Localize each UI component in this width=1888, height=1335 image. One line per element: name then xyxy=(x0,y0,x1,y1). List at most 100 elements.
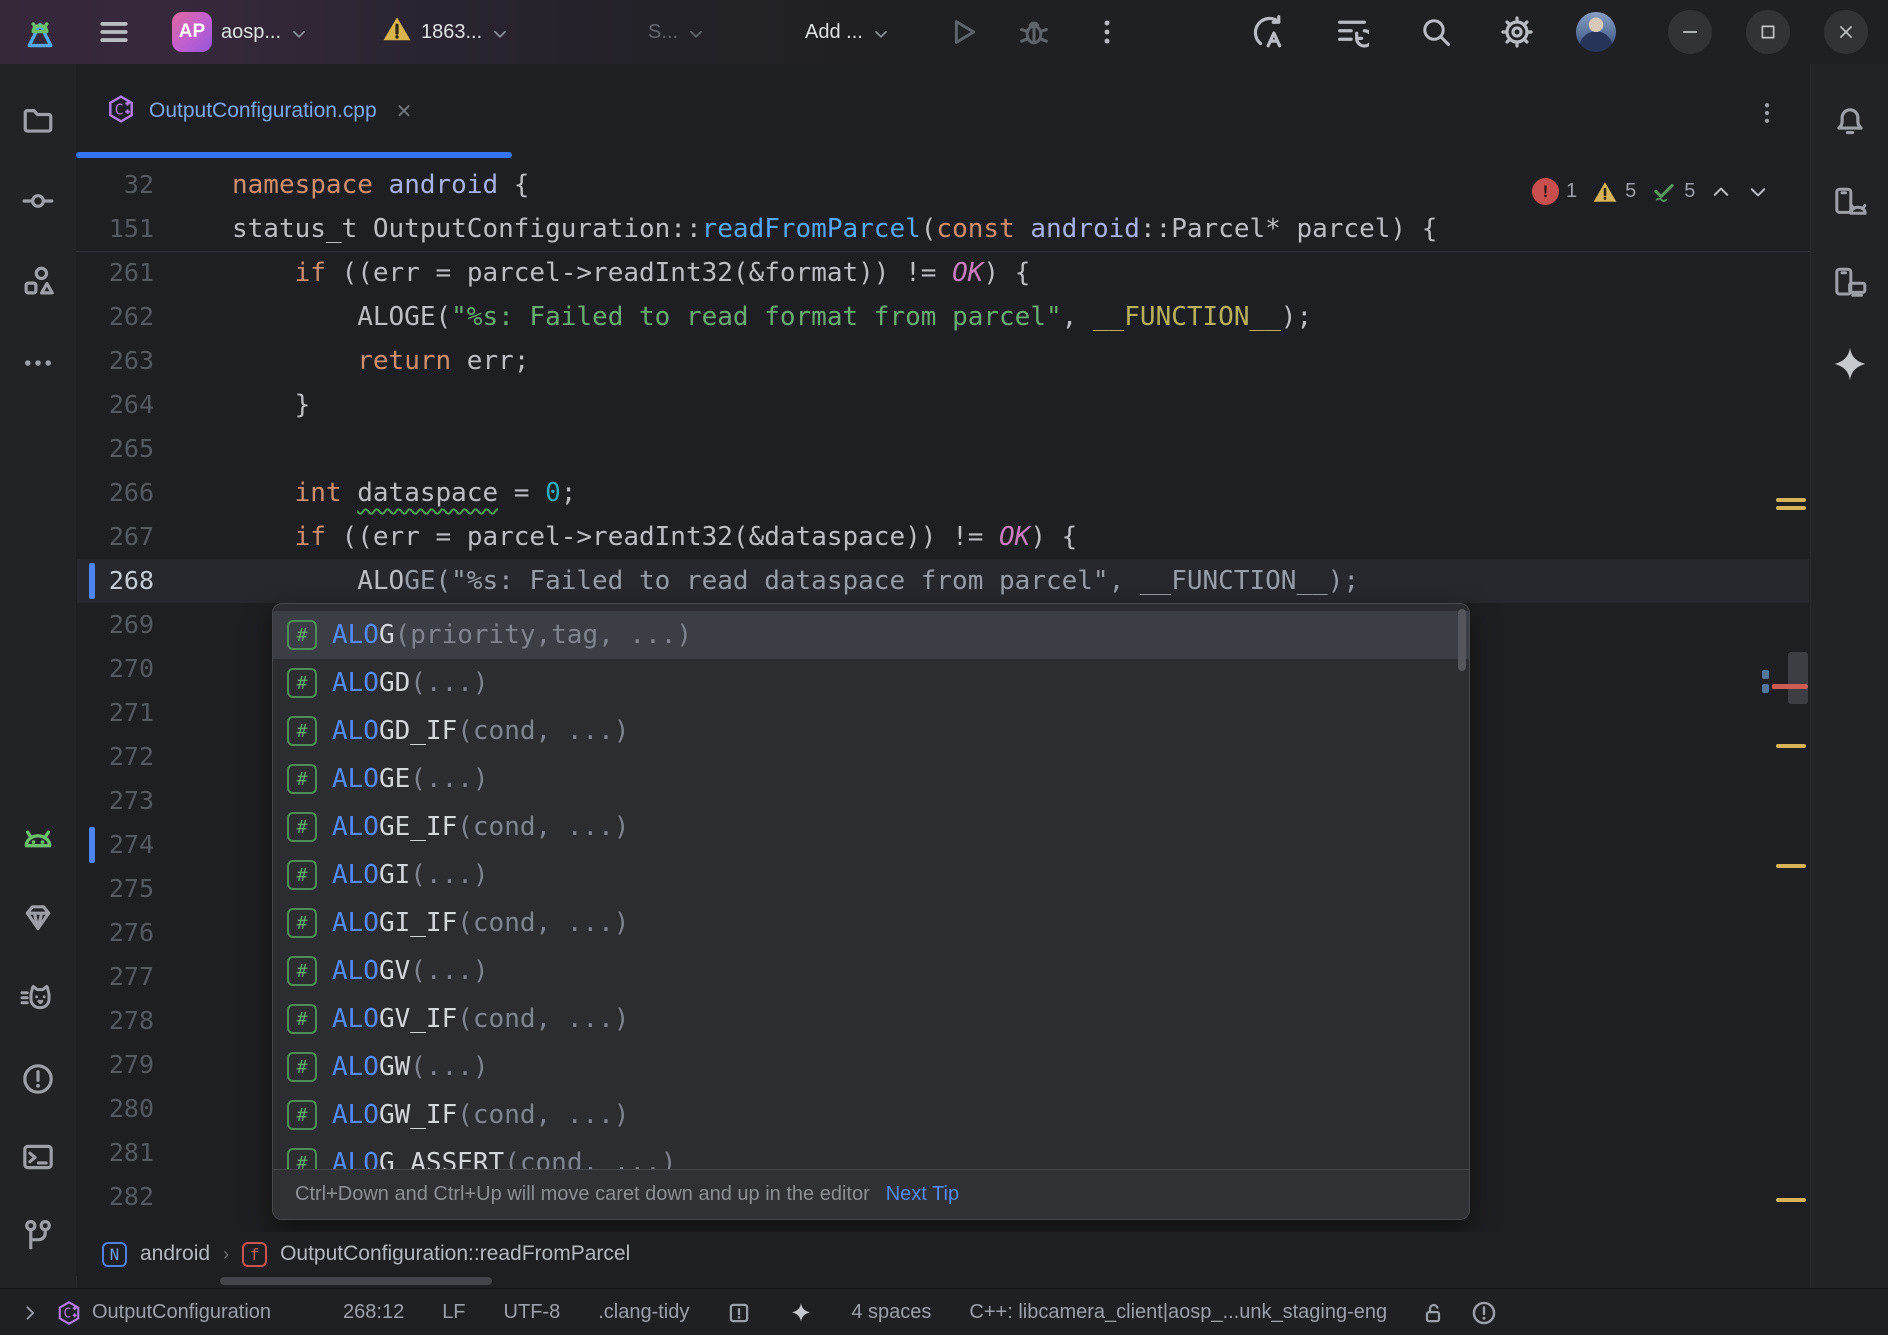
warning-count[interactable]: 5 xyxy=(1592,179,1636,205)
refactor-code-icon[interactable] xyxy=(1252,0,1286,64)
stripe-warning-mark[interactable] xyxy=(1776,498,1806,502)
line-number[interactable]: 280 xyxy=(76,1087,154,1131)
line-number[interactable]: 264 xyxy=(76,383,154,427)
project-folder-icon[interactable] xyxy=(21,103,55,137)
code-line[interactable]: ALOGE("%s: Failed to read format from pa… xyxy=(232,295,1312,339)
toolchain-setting[interactable]: C++: libcamera_client|aosp_...unk_stagin… xyxy=(969,1301,1387,1324)
line-number[interactable]: 270 xyxy=(76,647,154,691)
completion-item[interactable]: #ALOGD(...) xyxy=(273,659,1469,707)
run-button[interactable] xyxy=(948,0,980,64)
version-control-branch-icon[interactable] xyxy=(21,1218,55,1252)
line-number[interactable]: 267 xyxy=(76,515,154,559)
completion-item[interactable]: #ALOGI(...) xyxy=(273,851,1469,899)
previous-problem-chevron-icon[interactable] xyxy=(1710,181,1732,203)
completion-item[interactable]: #ALOGE(...) xyxy=(273,755,1469,803)
line-number[interactable]: 272 xyxy=(76,735,154,779)
more-actions-kebab-icon[interactable] xyxy=(1092,0,1122,64)
device-selector[interactable]: S... xyxy=(648,0,705,64)
completion-item[interactable]: #ALOG(priority,tag, ...) xyxy=(273,611,1469,659)
next-problem-chevron-icon[interactable] xyxy=(1747,181,1769,203)
code-line[interactable]: if ((err = parcel->readInt32(&format)) !… xyxy=(232,251,1030,295)
stripe-error-mark[interactable] xyxy=(1772,684,1808,689)
tab-close-icon[interactable]: ✕ xyxy=(396,99,413,124)
breadcrumb-namespace[interactable]: android xyxy=(140,1242,210,1266)
app-quality-insights-gem-icon[interactable] xyxy=(21,900,55,934)
expand-chevron-icon[interactable] xyxy=(20,1303,40,1323)
window-minimize-button[interactable] xyxy=(1668,0,1712,64)
more-tool-windows-icon[interactable] xyxy=(21,346,55,380)
completion-item[interactable]: #ALOGV(...) xyxy=(273,947,1469,995)
line-number[interactable]: 269 xyxy=(76,603,154,647)
code-line[interactable]: int dataspace = 0; xyxy=(232,471,576,515)
editor-options-kebab-icon[interactable] xyxy=(1754,100,1780,126)
lock-open-icon[interactable] xyxy=(1421,1301,1445,1325)
annotation-square-icon[interactable] xyxy=(727,1301,751,1325)
caret-position[interactable]: 268:12 xyxy=(343,1301,404,1324)
line-number[interactable]: 266 xyxy=(76,471,154,515)
code-line[interactable]: if ((err = parcel->readInt32(&dataspace)… xyxy=(232,515,1077,559)
completion-item[interactable]: #ALOGW_IF(cond, ...) xyxy=(273,1091,1469,1139)
breadcrumb-function[interactable]: OutputConfiguration::readFromParcel xyxy=(280,1242,630,1266)
completion-item[interactable]: #ALOGV_IF(cond, ...) xyxy=(273,995,1469,1043)
next-tip-link[interactable]: Next Tip xyxy=(886,1183,959,1206)
line-number[interactable]: 282 xyxy=(76,1175,154,1219)
problems-icon[interactable] xyxy=(21,1062,55,1096)
inspections-widget[interactable]: ! 1 5 5 xyxy=(1532,178,1769,205)
completion-item[interactable]: #ALOGW(...) xyxy=(273,1043,1469,1091)
search-everywhere-icon[interactable] xyxy=(1420,0,1452,64)
line-number[interactable]: 274 xyxy=(76,823,154,867)
main-menu-icon[interactable] xyxy=(97,0,131,64)
line-number[interactable]: 151 xyxy=(76,207,154,251)
completion-item[interactable]: #ALOGD_IF(cond, ...) xyxy=(273,707,1469,755)
apply-changes-list-icon[interactable] xyxy=(1335,0,1369,64)
completion-item[interactable]: #ALOGE_IF(cond, ...) xyxy=(273,803,1469,851)
run-configuration-selector[interactable]: Add ... xyxy=(805,0,890,64)
debug-button[interactable] xyxy=(1018,0,1050,64)
line-number[interactable]: 278 xyxy=(76,999,154,1043)
file-encoding[interactable]: UTF-8 xyxy=(504,1301,561,1324)
code-line[interactable]: return err; xyxy=(232,339,529,383)
structure-shapes-icon[interactable] xyxy=(21,264,55,298)
line-number[interactable]: 268 xyxy=(76,559,154,603)
device-manager-icon[interactable] xyxy=(1832,184,1868,220)
project-widget[interactable]: AP aosp... xyxy=(172,0,308,64)
vcs-warnings-widget[interactable]: 1863... xyxy=(382,0,509,64)
line-number[interactable]: 277 xyxy=(76,955,154,999)
indent-setting[interactable]: 4 spaces xyxy=(851,1301,931,1324)
code-line[interactable]: namespace android { xyxy=(232,163,529,207)
line-number[interactable]: 273 xyxy=(76,779,154,823)
sparkle-icon[interactable] xyxy=(789,1301,813,1325)
stripe-info-mark[interactable] xyxy=(1762,670,1769,679)
line-number[interactable]: 276 xyxy=(76,911,154,955)
line-number[interactable]: 265 xyxy=(76,427,154,471)
window-close-button[interactable] xyxy=(1824,0,1868,64)
line-number[interactable]: 281 xyxy=(76,1131,154,1175)
notifications-bell-icon[interactable] xyxy=(1833,103,1867,137)
gemini-sparkle-icon[interactable] xyxy=(1832,346,1868,382)
code-editor[interactable]: 32namespace android {151status_t OutputC… xyxy=(76,158,1810,1232)
terminal-icon[interactable] xyxy=(21,1140,55,1174)
stripe-warning-mark[interactable] xyxy=(1776,1198,1806,1202)
stripe-warning-mark[interactable] xyxy=(1776,506,1806,510)
line-ending[interactable]: LF xyxy=(442,1301,465,1324)
line-number[interactable]: 279 xyxy=(76,1043,154,1087)
line-number[interactable]: 275 xyxy=(76,867,154,911)
code-line[interactable]: ALOGE("%s: Failed to read dataspace from… xyxy=(232,559,1359,603)
line-number[interactable]: 271 xyxy=(76,691,154,735)
line-number[interactable]: 32 xyxy=(76,163,154,207)
settings-gear-icon[interactable] xyxy=(1500,0,1534,64)
android-assistant-icon[interactable] xyxy=(20,820,56,856)
code-line[interactable]: } xyxy=(232,383,310,427)
error-circle-icon[interactable] xyxy=(1471,1300,1497,1326)
horizontal-scrollbar-thumb[interactable] xyxy=(220,1277,492,1285)
completion-scrollbar[interactable] xyxy=(1458,609,1466,671)
stripe-info-mark[interactable] xyxy=(1762,684,1769,693)
commit-icon[interactable] xyxy=(21,184,55,218)
tab-outputconfiguration-cpp[interactable]: C OutputConfiguration.cpp ✕ xyxy=(76,64,438,158)
line-number[interactable]: 262 xyxy=(76,295,154,339)
window-maximize-button[interactable] xyxy=(1746,0,1790,64)
completion-item[interactable]: #ALOG_ASSERT(cond, ...) xyxy=(273,1139,1469,1169)
logcat-cat-icon[interactable] xyxy=(20,980,56,1016)
line-number[interactable]: 263 xyxy=(76,339,154,383)
error-count[interactable]: ! 1 xyxy=(1532,178,1577,205)
